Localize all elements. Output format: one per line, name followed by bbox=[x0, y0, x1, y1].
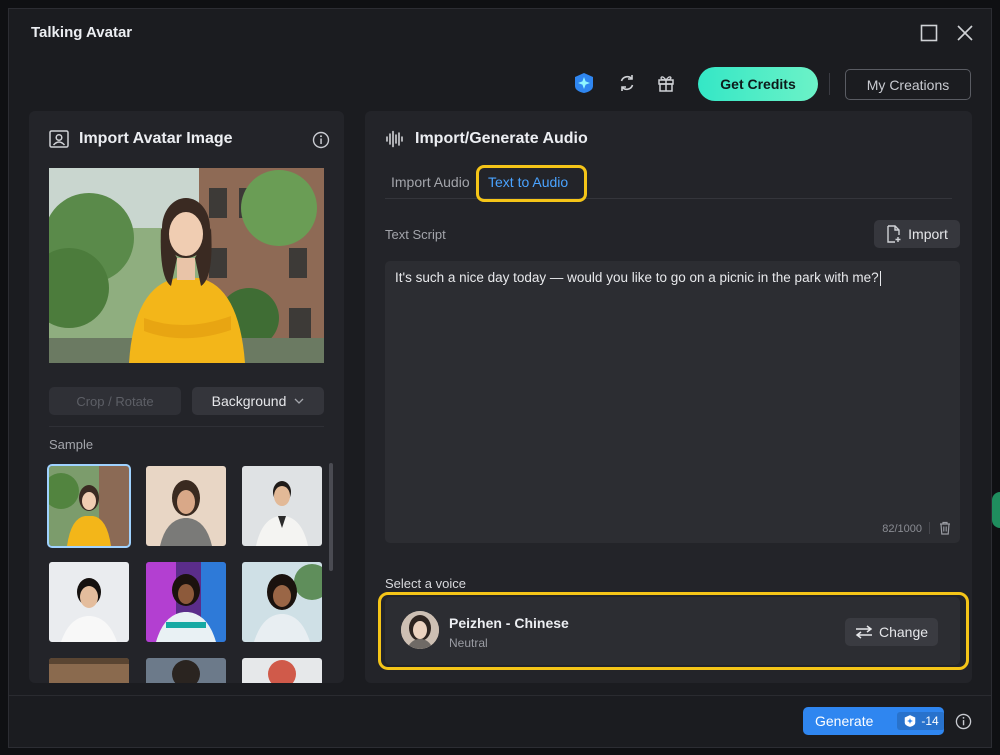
side-widget[interactable] bbox=[992, 492, 1000, 528]
text-caret bbox=[879, 270, 881, 286]
sample-label: Sample bbox=[49, 437, 94, 452]
info-icon[interactable] bbox=[955, 713, 972, 730]
footer-divider bbox=[9, 695, 991, 696]
text-to-audio-highlight bbox=[476, 165, 587, 202]
get-credits-button[interactable]: Get Credits bbox=[698, 67, 818, 101]
character-count: 82/1000 bbox=[882, 523, 922, 535]
portrait-icon bbox=[49, 130, 69, 148]
generate-label: Generate bbox=[815, 713, 874, 729]
text-script-textarea[interactable]: It's such a nice day today — would you l… bbox=[385, 261, 960, 543]
sample-thumbnail-5[interactable] bbox=[146, 562, 226, 642]
select-voice-label: Select a voice bbox=[385, 576, 466, 591]
audio-panel-title: Import/Generate Audio bbox=[415, 130, 588, 147]
generate-button[interactable]: Generate -14 bbox=[803, 707, 945, 735]
sample-thumbnail-9[interactable] bbox=[242, 658, 322, 683]
sample-thumbnail-3[interactable] bbox=[242, 466, 322, 546]
talking-avatar-window: Talking Avatar Get Credits My Creations … bbox=[8, 8, 992, 748]
sample-thumbnail-7[interactable] bbox=[49, 658, 129, 683]
background-dropdown[interactable]: Background bbox=[192, 387, 324, 415]
avatar-panel-title: Import Avatar Image bbox=[79, 130, 233, 147]
my-creations-button[interactable]: My Creations bbox=[845, 69, 971, 100]
trash-icon[interactable] bbox=[938, 521, 952, 535]
avatar-preview-image bbox=[49, 168, 324, 363]
close-button[interactable] bbox=[951, 19, 979, 47]
chevron-down-icon bbox=[294, 398, 304, 404]
info-icon[interactable] bbox=[312, 131, 330, 149]
sample-thumbnail-1[interactable] bbox=[47, 464, 131, 548]
window-title: Talking Avatar bbox=[31, 24, 133, 41]
import-script-button[interactable]: Import bbox=[874, 220, 960, 248]
tab-underline bbox=[385, 198, 952, 199]
close-icon bbox=[957, 25, 973, 41]
text-script-label: Text Script bbox=[385, 227, 446, 242]
tab-import-audio[interactable]: Import Audio bbox=[391, 174, 470, 190]
script-text-wrapper: It's such a nice day today — would you l… bbox=[395, 269, 915, 287]
generate-cost-value: -14 bbox=[921, 714, 939, 728]
credits-gem-icon[interactable] bbox=[572, 71, 596, 95]
import-label: Import bbox=[908, 226, 948, 242]
gift-icon[interactable] bbox=[654, 71, 678, 95]
avatar-image-panel: Import Avatar Image Crop / Rotate Backgr… bbox=[29, 111, 344, 683]
background-label: Background bbox=[211, 393, 287, 409]
audio-panel-header: Import/Generate Audio bbox=[385, 130, 588, 148]
divider bbox=[49, 426, 324, 427]
sample-thumbnail-2[interactable] bbox=[146, 466, 226, 546]
avatar-panel-header: Import Avatar Image bbox=[49, 130, 233, 148]
maximize-icon bbox=[920, 24, 938, 42]
script-text: It's such a nice day today — would you l… bbox=[395, 270, 879, 285]
maximize-button[interactable] bbox=[915, 19, 943, 47]
sample-scrollbar[interactable] bbox=[329, 463, 333, 571]
generate-cost: -14 bbox=[897, 712, 945, 730]
count-separator bbox=[929, 522, 930, 534]
credits-gem-icon bbox=[905, 715, 916, 727]
sample-thumbnail-4[interactable] bbox=[49, 562, 129, 642]
audio-wave-icon bbox=[386, 130, 403, 148]
refresh-icon[interactable] bbox=[615, 71, 639, 95]
toolbar-divider bbox=[829, 73, 830, 95]
sample-thumbnail-8[interactable] bbox=[146, 658, 226, 683]
title-bar: Talking Avatar bbox=[9, 9, 991, 57]
file-add-icon bbox=[887, 225, 901, 243]
voice-highlight bbox=[378, 592, 969, 670]
crop-rotate-button[interactable]: Crop / Rotate bbox=[49, 387, 181, 415]
audio-panel: Import/Generate Audio Import Audio Text … bbox=[365, 111, 972, 683]
sample-thumbnail-6[interactable] bbox=[242, 562, 322, 642]
